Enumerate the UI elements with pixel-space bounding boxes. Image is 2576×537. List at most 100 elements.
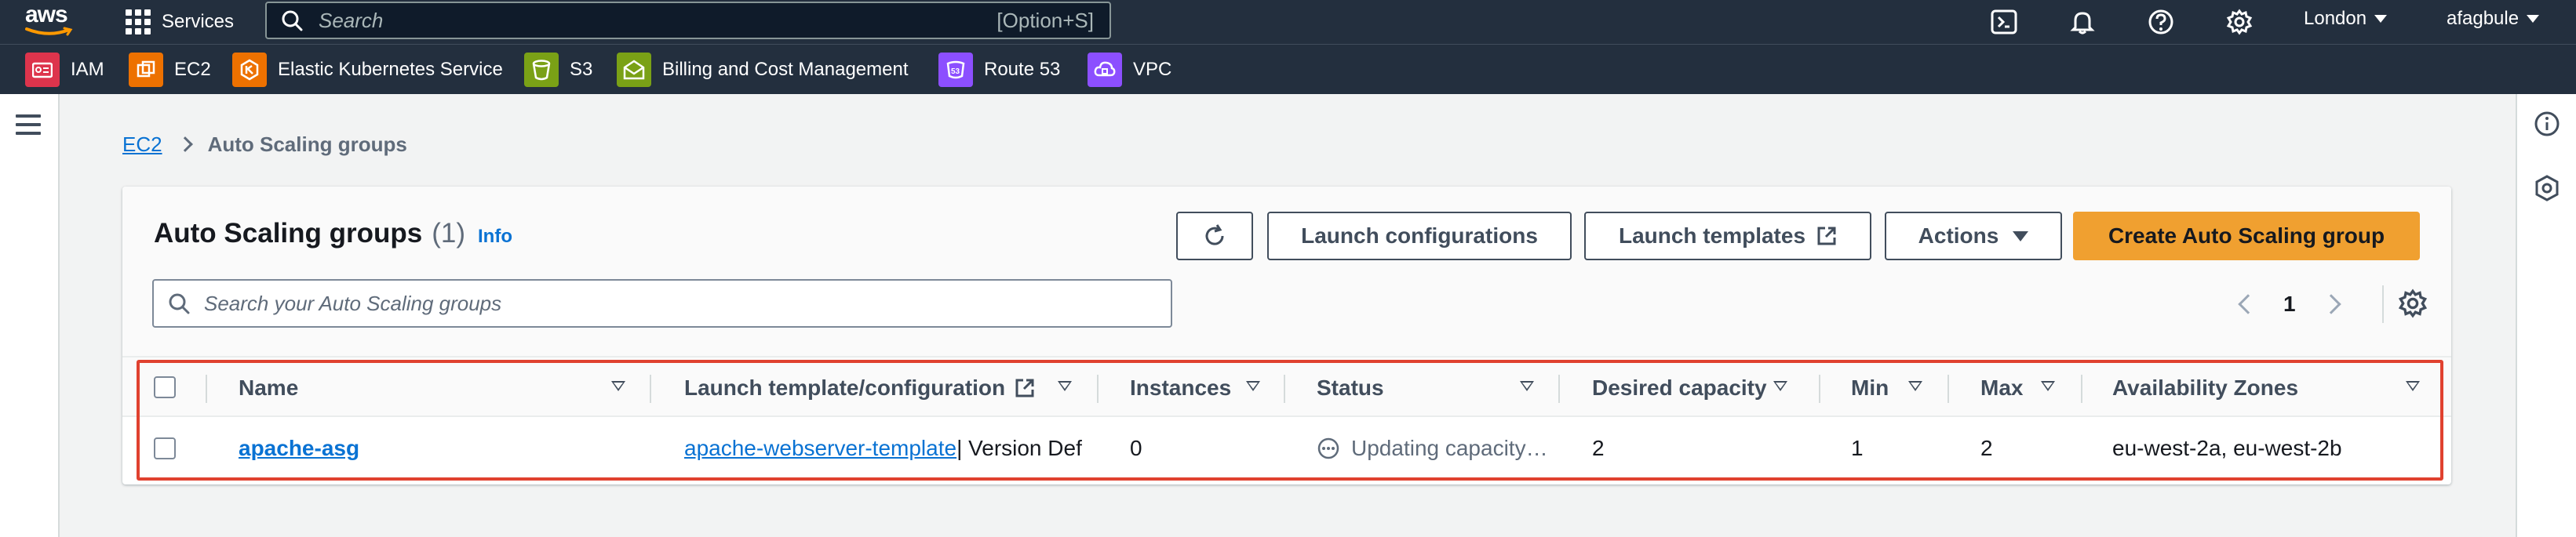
notifications-bell-icon[interactable] — [2067, 6, 2098, 38]
favorite-label: IAM — [71, 59, 104, 80]
services-grid-icon — [126, 9, 151, 34]
services-menu-button[interactable]: Services — [126, 0, 234, 44]
search-icon — [169, 293, 190, 314]
column-header-max[interactable]: Max — [1980, 357, 2023, 419]
vpc-icon — [1088, 53, 1122, 87]
settings-gear-icon[interactable] — [2224, 6, 2255, 38]
caret-down-icon — [2013, 230, 2029, 241]
cell-instances: 0 — [1130, 436, 1142, 460]
sort-caret-icon[interactable] — [1246, 381, 1260, 391]
cell-name: apache-asg — [239, 417, 359, 480]
left-navigation-rail — [0, 94, 60, 537]
table-row[interactable]: apache-asg apache-webserver-template | V… — [122, 417, 2451, 480]
favorite-iam[interactable]: IAM — [25, 53, 104, 87]
chevron-down-icon — [2527, 15, 2540, 23]
ec2-icon — [129, 53, 163, 87]
next-page-icon[interactable] — [2320, 294, 2341, 314]
create-auto-scaling-group-button[interactable]: Create Auto Scaling group — [2073, 212, 2420, 260]
external-link-icon — [1015, 379, 1034, 397]
sort-caret-icon[interactable] — [2406, 381, 2420, 391]
favorite-label: VPC — [1133, 59, 1172, 80]
favorites-bar: IAM EC2 Elastic Kubernetes Service S3 Bi… — [0, 44, 2576, 94]
svg-text:53: 53 — [951, 67, 960, 76]
pagination: 1 — [2238, 290, 2341, 318]
column-header-launch-template[interactable]: Launch template/configuration — [684, 357, 1035, 419]
favorite-ec2[interactable]: EC2 — [129, 53, 211, 87]
launch-templates-button[interactable]: Launch templates — [1584, 212, 1871, 260]
column-divider — [1558, 375, 1560, 403]
sort-caret-icon[interactable] — [1773, 381, 1787, 391]
cell-min: 1 — [1851, 436, 1864, 460]
favorite-label: Billing and Cost Management — [662, 59, 909, 80]
column-header-name[interactable]: Name — [239, 357, 298, 419]
asg-name-link[interactable]: apache-asg — [239, 436, 359, 461]
breadcrumb-ec2-link[interactable]: EC2 — [122, 132, 162, 157]
launch-template-version: | Version Def — [956, 436, 1082, 460]
launch-configurations-button[interactable]: Launch configurations — [1267, 212, 1572, 260]
sort-caret-icon[interactable] — [1520, 381, 1534, 391]
launch-templates-label: Launch templates — [1618, 223, 1806, 248]
previous-page-icon[interactable] — [2238, 294, 2258, 314]
top-navigation-bar: aws Services Search [Option+S] London af… — [0, 0, 2576, 44]
table-search-input[interactable]: Search your Auto Scaling groups — [152, 279, 1172, 328]
favorite-label: Elastic Kubernetes Service — [278, 59, 503, 80]
cell-max: 2 — [1980, 436, 1993, 460]
cell-availability-zones: eu-west-2a, eu-west-2b — [2112, 436, 2342, 460]
column-header-availability-zones[interactable]: Availability Zones — [2112, 357, 2298, 419]
column-header-status[interactable]: Status — [1317, 357, 1384, 419]
refresh-icon — [1205, 224, 1224, 245]
launch-template-link[interactable]: apache-webserver-template — [684, 436, 956, 461]
select-all-checkbox[interactable] — [154, 376, 176, 398]
panel-count: (1) — [432, 218, 466, 249]
actions-dropdown-button[interactable]: Actions — [1885, 212, 2062, 260]
current-page-number[interactable]: 1 — [2283, 292, 2296, 317]
column-divider — [1284, 375, 1285, 403]
aws-logo[interactable]: aws — [25, 2, 75, 39]
global-search-input[interactable]: Search [Option+S] — [265, 2, 1111, 39]
table-search-placeholder: Search your Auto Scaling groups — [204, 291, 502, 315]
column-header-desired-capacity[interactable]: Desired capacity — [1592, 357, 1767, 419]
eks-icon — [232, 53, 267, 87]
breadcrumb-current: Auto Scaling groups — [207, 132, 407, 156]
row-select-checkbox[interactable] — [154, 437, 176, 459]
favorite-s3[interactable]: S3 — [524, 53, 592, 87]
table-header-row: Name Launch template/configuration Insta… — [122, 356, 2451, 417]
panel-title-text: Auto Scaling groups — [154, 218, 423, 249]
menu-hamburger-icon[interactable] — [16, 114, 41, 136]
favorite-eks[interactable]: Elastic Kubernetes Service — [232, 53, 503, 87]
column-divider — [2081, 375, 2082, 403]
sort-caret-icon[interactable] — [1058, 381, 1072, 391]
cell-desired-capacity: 2 — [1592, 436, 1605, 460]
favorite-label: Route 53 — [984, 59, 1061, 80]
help-panel-icon[interactable] — [2533, 174, 2561, 202]
info-link[interactable]: Info — [478, 226, 512, 248]
launch-configurations-label: Launch configurations — [1301, 223, 1538, 248]
search-shortcut-hint: [Option+S] — [997, 8, 1094, 32]
region-selector[interactable]: London — [2304, 0, 2388, 38]
sort-caret-icon[interactable] — [611, 381, 625, 391]
info-panel-icon[interactable] — [2533, 110, 2561, 138]
refresh-button[interactable] — [1176, 212, 1253, 260]
aws-logo-text: aws — [25, 2, 68, 27]
route53-icon: 53 — [938, 53, 973, 87]
account-username: afagbule — [2447, 8, 2520, 29]
services-label: Services — [162, 11, 235, 32]
column-header-min[interactable]: Min — [1851, 357, 1889, 419]
cloudshell-icon[interactable] — [1988, 6, 2020, 38]
iam-icon — [25, 53, 60, 87]
help-icon[interactable] — [2145, 6, 2177, 38]
sort-caret-icon[interactable] — [1908, 381, 1922, 391]
external-link-icon — [1817, 227, 1836, 245]
favorite-route53[interactable]: 53 Route 53 — [938, 53, 1060, 87]
table-preferences-gear-icon[interactable] — [2398, 288, 2428, 318]
sort-caret-icon[interactable] — [2041, 381, 2055, 391]
billing-icon — [617, 53, 651, 87]
chevron-right-icon — [177, 136, 193, 152]
s3-icon — [524, 53, 559, 87]
account-menu[interactable]: afagbule — [2447, 0, 2540, 38]
column-header-instances[interactable]: Instances — [1130, 357, 1231, 419]
favorite-vpc[interactable]: VPC — [1088, 53, 1171, 87]
favorite-billing[interactable]: Billing and Cost Management — [617, 53, 909, 87]
status-text: Updating capacity… — [1351, 436, 1548, 460]
auto-scaling-groups-panel: Auto Scaling groups (1) Info Launch conf… — [122, 187, 2451, 484]
